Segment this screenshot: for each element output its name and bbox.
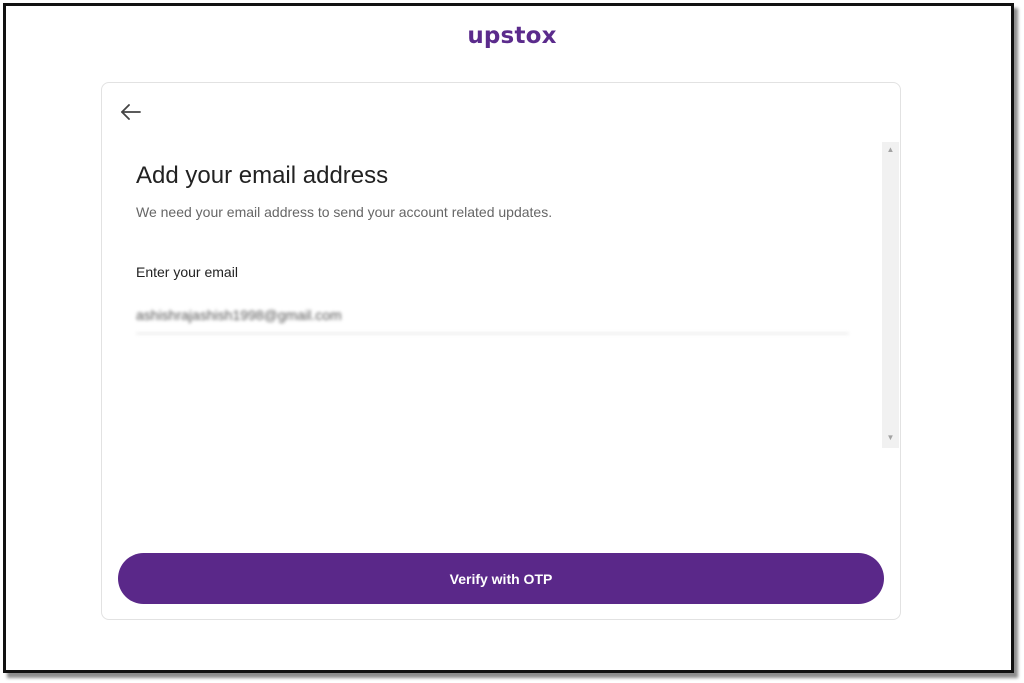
- verify-otp-button[interactable]: Verify with OTP: [118, 553, 884, 604]
- email-label: Enter your email: [136, 264, 238, 280]
- arrow-left-icon: [121, 104, 141, 120]
- page-subtitle: We need your email address to send your …: [136, 204, 553, 220]
- upstox-logo: upstox: [467, 23, 557, 49]
- scroll-down-arrow-icon[interactable]: ▼: [882, 432, 899, 444]
- email-input[interactable]: [136, 296, 849, 334]
- scrollbar-thumb[interactable]: [883, 158, 898, 428]
- scrollbar[interactable]: ▲ ▼: [882, 142, 899, 448]
- page-title: Add your email address: [136, 162, 389, 189]
- form-scroll-area: Add your email address We need your emai…: [102, 140, 899, 450]
- scroll-up-arrow-icon[interactable]: ▲: [882, 144, 899, 156]
- back-button[interactable]: [117, 99, 145, 125]
